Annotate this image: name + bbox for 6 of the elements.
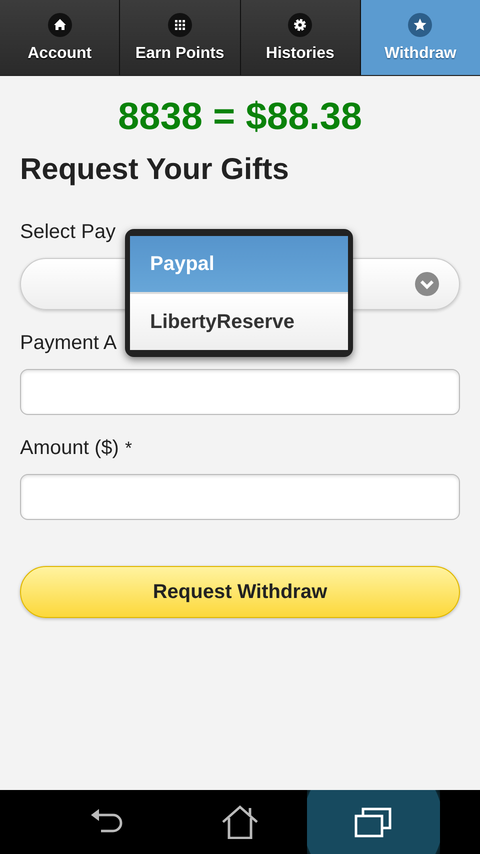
field-label: Payment A (20, 332, 117, 355)
page-heading: Request Your Gifts (20, 153, 289, 187)
field-label: Amount ($) (20, 437, 119, 460)
required-mark: * (124, 438, 132, 459)
field-label: Select Pay (20, 221, 116, 244)
points-balance: 8838 = $88.38 (118, 96, 362, 139)
